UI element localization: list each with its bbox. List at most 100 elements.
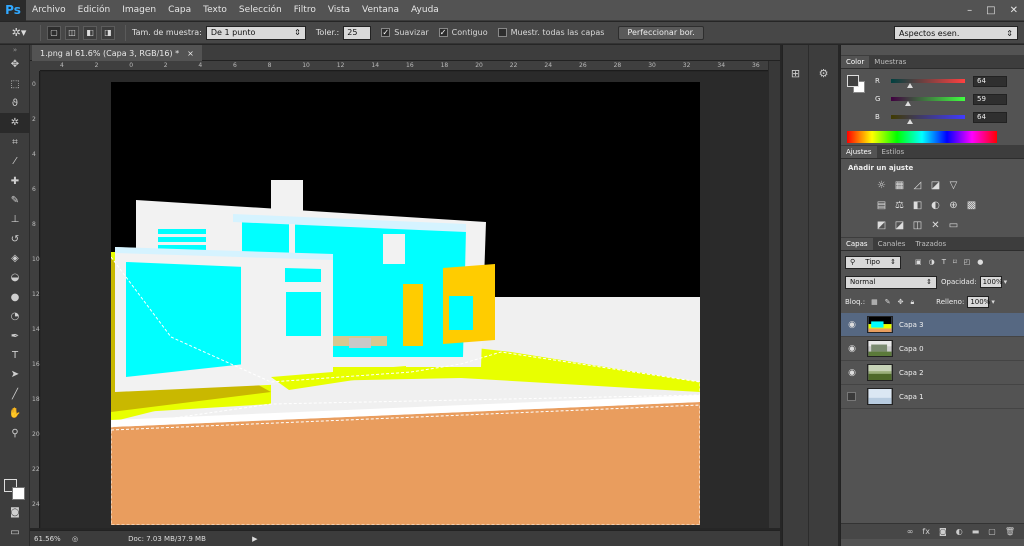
blue-value[interactable]: 64 — [973, 111, 1007, 123]
gradient-map-icon[interactable]: ▭ — [947, 219, 960, 232]
layer-filter-select[interactable]: ⚲ Tipo ⇕ — [845, 255, 901, 269]
shape-filter-icon[interactable]: ⌑ — [953, 258, 957, 266]
history-panel-icon[interactable]: ⊞ — [786, 63, 806, 83]
eyedropper-tool-icon[interactable]: ⁄ — [0, 152, 30, 171]
blue-thumb[interactable] — [906, 119, 913, 124]
new-group-icon[interactable]: ▬ — [972, 527, 980, 536]
green-value[interactable]: 59 — [973, 93, 1007, 105]
info-icon[interactable]: ◎ — [72, 535, 78, 543]
properties-panel-icon[interactable]: ⚙ — [814, 63, 834, 83]
eye-icon[interactable]: ◉ — [841, 320, 863, 330]
hidden-eye-box[interactable] — [847, 392, 856, 401]
lock-transparency-icon[interactable]: ▦ — [871, 298, 878, 307]
menu-edicion[interactable]: Edición — [72, 0, 117, 21]
menu-vista[interactable]: Vista — [322, 0, 356, 21]
zoom-level[interactable]: 61.56% — [30, 535, 70, 543]
eye-icon[interactable]: ◉ — [841, 344, 863, 354]
posterize-icon[interactable]: ◪ — [893, 219, 906, 232]
menu-capa[interactable]: Capa — [162, 0, 197, 21]
smart-object-filter-icon[interactable]: ◰ — [964, 258, 971, 266]
lock-all-icon[interactable]: 🔒︎ — [910, 298, 914, 307]
workspace-select[interactable]: Aspectos esen. ⇕ — [894, 26, 1018, 40]
line-tool-icon[interactable]: ╱ — [0, 385, 30, 404]
panel-foreground-color[interactable] — [847, 75, 859, 87]
tab-color[interactable]: Color — [841, 56, 870, 68]
vertical-ruler[interactable]: 0 2 4 6 8 10 12 14 16 18 20 22 24 — [30, 71, 40, 528]
color-swatches[interactable] — [4, 479, 26, 501]
marquee-tool-icon[interactable]: ⬚ — [0, 74, 30, 93]
blue-slider[interactable]: B 64 — [875, 111, 1021, 124]
opacity-dropdown-icon[interactable]: ▾ — [1004, 278, 1008, 286]
paint-bucket-tool-icon[interactable]: ◒ — [0, 268, 30, 287]
green-track[interactable] — [891, 97, 965, 106]
menu-ayuda[interactable]: Ayuda — [405, 0, 445, 21]
layer-row-capa2[interactable]: ◉ Capa 2 — [841, 361, 1024, 385]
levels-icon[interactable]: ▦ — [893, 179, 906, 192]
layer-name[interactable]: Capa 1 — [899, 393, 924, 401]
move-tool-icon[interactable]: ✥ — [0, 55, 30, 74]
green-slider[interactable]: G 59 — [875, 93, 1021, 106]
minimize-button[interactable]: – — [967, 5, 972, 16]
history-brush-tool-icon[interactable]: ↺ — [0, 230, 30, 249]
threshold-icon[interactable]: ◫ — [911, 219, 924, 232]
invert-icon[interactable]: ◩ — [875, 219, 888, 232]
photo-filter-icon[interactable]: ◐ — [929, 199, 942, 212]
blue-track[interactable] — [891, 115, 965, 124]
dodge-tool-icon[interactable]: ◔ — [0, 307, 30, 326]
color-lookup-icon[interactable]: ▩ — [965, 199, 978, 212]
opacity-input[interactable]: 100% — [979, 276, 1003, 288]
intersect-selection-icon[interactable]: ◨ — [101, 25, 115, 40]
type-tool-icon[interactable]: T — [0, 346, 30, 365]
close-button[interactable]: ✕ — [1010, 5, 1018, 16]
subtract-selection-icon[interactable]: ◧ — [83, 25, 97, 40]
eraser-tool-icon[interactable]: ◈ — [0, 249, 30, 268]
layer-row-capa3[interactable]: ◉ Capa 3 — [841, 313, 1024, 337]
sample-size-select[interactable]: De 1 punto ⇕ — [205, 25, 306, 40]
new-adjustment-icon[interactable]: ◐ — [956, 527, 963, 536]
vibrance-icon[interactable]: ▽ — [947, 179, 960, 192]
canvas-area[interactable] — [41, 72, 768, 528]
antialias-checkbox[interactable]: ✓ Suavizar — [381, 28, 429, 37]
menu-imagen[interactable]: Imagen — [116, 0, 162, 21]
lasso-tool-icon[interactable]: ϑ — [0, 94, 30, 113]
magic-wand-preset-icon[interactable]: ✲▾ — [8, 26, 30, 40]
green-thumb[interactable] — [905, 101, 912, 106]
menu-texto[interactable]: Texto — [197, 0, 233, 21]
brightness-icon[interactable]: ☼ — [875, 179, 888, 192]
menu-seleccion[interactable]: Selección — [233, 0, 288, 21]
red-track[interactable] — [891, 79, 965, 88]
vertical-scrollbar[interactable] — [768, 61, 780, 528]
new-selection-icon[interactable]: ▢ — [47, 25, 61, 40]
toolbox-collapse-icon[interactable]: » — [0, 45, 30, 55]
document-canvas[interactable] — [111, 82, 700, 525]
maximize-button[interactable]: □ — [986, 5, 995, 16]
status-menu-icon[interactable]: ▶ — [252, 535, 257, 543]
layer-name[interactable]: Capa 3 — [899, 321, 924, 329]
tab-swatches[interactable]: Muestras — [869, 56, 911, 68]
red-value[interactable]: 64 — [973, 75, 1007, 87]
path-selection-tool-icon[interactable]: ➤ — [0, 365, 30, 384]
fill-dropdown-icon[interactable]: ▾ — [991, 298, 995, 306]
adjustment-filter-icon[interactable]: ◑ — [929, 258, 935, 266]
trash-icon[interactable]: 🗑︎ — [1005, 527, 1015, 536]
layer-row-capa0[interactable]: ◉ Capa 0 — [841, 337, 1024, 361]
filter-toggle-icon[interactable]: ● — [977, 258, 983, 266]
red-thumb[interactable] — [906, 83, 913, 88]
refine-edge-button[interactable]: Perfeccionar bor. — [618, 25, 704, 40]
layer-mask-icon[interactable]: ◙ — [939, 527, 947, 536]
pen-tool-icon[interactable]: ✒ — [0, 326, 30, 345]
color-balance-icon[interactable]: ⚖ — [893, 199, 906, 212]
tab-layers[interactable]: Capas — [841, 238, 873, 250]
hue-saturation-icon[interactable]: ▤ — [875, 199, 888, 212]
zoom-tool-icon[interactable]: ⚲ — [0, 423, 30, 442]
layer-name[interactable]: Capa 0 — [899, 345, 924, 353]
background-color[interactable] — [12, 487, 25, 500]
tab-styles[interactable]: Estilos — [877, 146, 910, 158]
quick-mask-icon[interactable]: ◙ — [0, 503, 30, 522]
tab-paths[interactable]: Trazados — [910, 238, 951, 250]
link-layers-icon[interactable]: ∞ — [907, 527, 914, 536]
menu-filtro[interactable]: Filtro — [288, 0, 322, 21]
blend-mode-select[interactable]: Normal ⇕ — [845, 275, 937, 289]
black-white-icon[interactable]: ◧ — [911, 199, 924, 212]
clone-stamp-tool-icon[interactable]: ⊥ — [0, 210, 30, 229]
